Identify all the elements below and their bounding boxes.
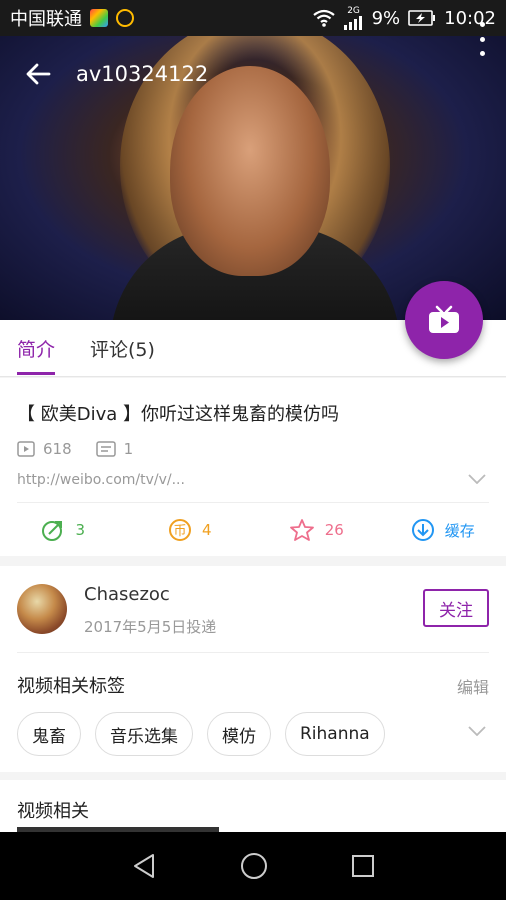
wifi-icon — [312, 9, 335, 27]
more-options-button[interactable] — [472, 22, 492, 56]
page-title: av10324122 — [76, 62, 209, 86]
top-app-bar: av10324122 — [0, 36, 506, 112]
tag-chip[interactable]: 模仿 — [207, 712, 271, 756]
danmaku-count: 1 — [123, 440, 134, 458]
carrier-label: 中国联通 — [10, 9, 82, 30]
uploader-name[interactable]: Chasezoc — [84, 584, 170, 605]
chevron-down-icon[interactable] — [468, 726, 486, 736]
app-notification-icon — [90, 9, 108, 27]
favorite-action[interactable]: 26 — [253, 506, 380, 554]
tags-heading: 视频相关标签 — [17, 676, 125, 697]
tv-play-icon — [429, 305, 459, 333]
arrow-back-icon — [26, 63, 51, 85]
download-icon — [411, 519, 434, 541]
svg-text:币: 币 — [173, 524, 186, 539]
related-heading: 视频相关 — [17, 801, 89, 822]
play-count: 618 — [43, 440, 72, 458]
related-section: 视频相关 — [0, 780, 506, 832]
signal-icon — [343, 15, 362, 30]
nav-back-icon[interactable] — [131, 852, 157, 880]
tag-chip[interactable]: 鬼畜 — [17, 712, 81, 756]
edit-tags-button[interactable]: 编辑 — [457, 674, 489, 698]
network-type-label: 2G — [347, 5, 360, 16]
video-title: 【 欧美Diva 】你听过这样鬼畜的模仿吗 — [17, 404, 339, 425]
avatar[interactable] — [17, 584, 67, 634]
battery-charging-icon — [408, 10, 436, 26]
tag-chip[interactable]: Rihanna — [285, 712, 385, 756]
more-dot — [479, 51, 485, 56]
coin-icon: 币 — [168, 519, 191, 541]
more-dot — [479, 22, 485, 27]
share-action[interactable]: 3 — [0, 506, 127, 554]
back-button[interactable] — [0, 36, 76, 112]
divider — [17, 502, 489, 503]
share-icon — [42, 521, 63, 541]
video-stats: 618 1 — [17, 440, 133, 458]
cache-action[interactable]: 缓存 — [380, 506, 506, 554]
video-info-card: 【 欧美Diva 】你听过这样鬼畜的模仿吗 618 1 http://weibo… — [0, 378, 506, 556]
tag-list: 鬼畜 音乐选集 模仿 Rihanna — [17, 712, 385, 756]
play-count-icon — [17, 441, 35, 457]
status-bar: 中国联通 2G 9% 10:02 — [0, 0, 506, 36]
follow-button[interactable]: 关注 — [423, 589, 489, 627]
danmaku-icon — [95, 441, 116, 457]
uploader-card: Chasezoc 2017年5月5日投递 关注 视频相关标签 编辑 鬼畜 音乐选… — [0, 566, 506, 772]
chevron-down-icon[interactable] — [468, 474, 486, 484]
nav-recents-icon[interactable] — [351, 854, 375, 878]
cache-label: 缓存 — [444, 521, 475, 540]
nav-home-icon[interactable] — [240, 852, 268, 880]
battery-percent: 9% — [371, 7, 401, 29]
more-dot — [479, 36, 485, 42]
coin-action[interactable]: 币 4 — [127, 506, 254, 554]
tab-comments[interactable]: 评论(5) — [90, 320, 155, 376]
emoji-notification-icon — [116, 9, 134, 27]
favorite-count: 26 — [324, 521, 344, 539]
share-count: 3 — [75, 521, 86, 539]
source-link[interactable]: http://weibo.com/tv/v/... — [17, 472, 185, 488]
play-tv-button[interactable] — [405, 281, 483, 359]
star-icon — [289, 519, 314, 541]
coin-count: 4 — [201, 521, 212, 539]
tag-chip[interactable]: 音乐选集 — [95, 712, 193, 756]
upload-date: 2017年5月5日投递 — [84, 618, 217, 636]
tab-intro[interactable]: 简介 — [17, 320, 55, 376]
divider — [17, 652, 489, 653]
system-nav-bar — [0, 832, 506, 900]
action-row: 3 币 4 26 缓存 — [0, 506, 506, 554]
tab-indicator — [17, 372, 55, 375]
